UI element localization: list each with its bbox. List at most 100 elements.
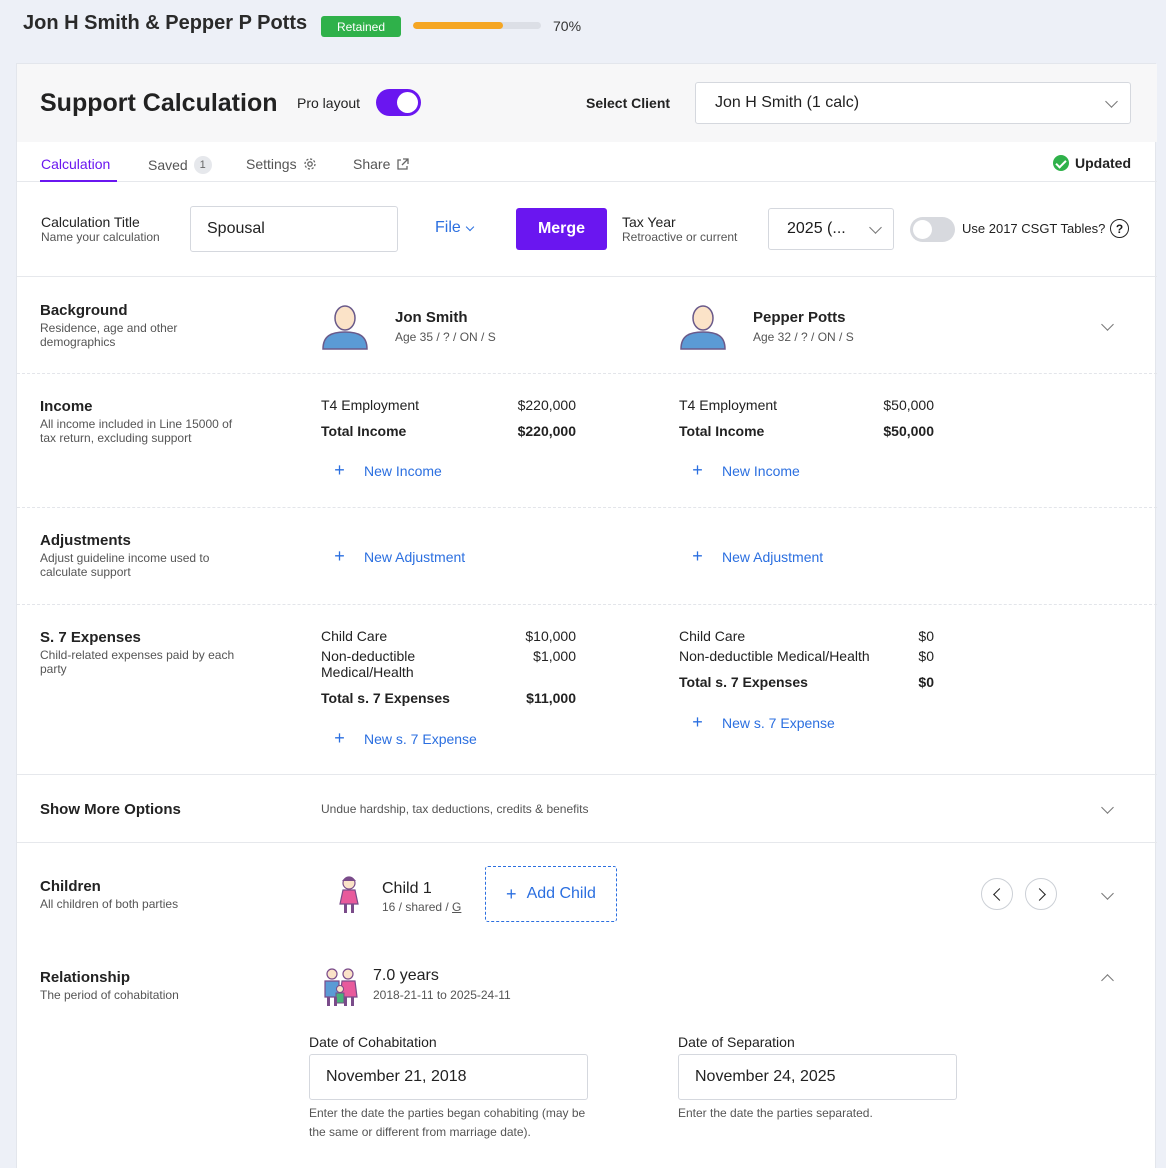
party1-new-adjustment-link[interactable]: + New Adjustment	[327, 546, 465, 567]
plus-icon: +	[334, 728, 345, 748]
new-adjustment-label: New Adjustment	[722, 548, 824, 565]
more-options-section[interactable]: Show More Options Undue hardship, tax de…	[17, 775, 1157, 843]
child-details-text: 16 / shared /	[382, 900, 453, 914]
party2-new-s7-link[interactable]: + New s. 7 Expense	[685, 712, 835, 733]
child-name: Child 1	[382, 880, 432, 897]
add-child-button[interactable]: + Add Child	[485, 866, 617, 922]
file-menu-button[interactable]: File	[435, 219, 475, 237]
tab-saved[interactable]: Saved 1	[148, 156, 212, 174]
more-options-description: Undue hardship, tax deductions, credits …	[321, 802, 589, 816]
toggle-knob	[913, 220, 932, 239]
relationship-duration: 7.0 years	[373, 967, 439, 984]
client-title: Jon H Smith & Pepper P Potts	[23, 12, 308, 34]
calculation-title-label: Calculation Title	[41, 214, 140, 230]
family-icon	[324, 968, 358, 1006]
status-badge[interactable]: Retained	[321, 16, 401, 37]
saved-count-badge: 1	[193, 156, 212, 174]
party2-new-adjustment-link[interactable]: + New Adjustment	[685, 546, 823, 567]
new-s7-label: New s. 7 Expense	[722, 714, 835, 731]
children-sub: All children of both parties	[40, 897, 179, 911]
progress-bar	[413, 22, 541, 29]
chevron-down-icon	[465, 222, 475, 231]
children-section: Children All children of both parties Ch…	[17, 844, 1157, 940]
party2-medical-value: $0	[918, 648, 934, 664]
tax-year-select[interactable]: 2025 (...	[768, 208, 894, 250]
party2-s7-total-value: $0	[918, 674, 934, 690]
progress-fill	[413, 22, 503, 29]
chevron-down-icon	[869, 221, 882, 234]
pro-layout-toggle[interactable]	[376, 89, 421, 116]
s7-expenses-title: S. 7 Expenses	[40, 629, 141, 646]
tab-calculation[interactable]: Calculation	[41, 156, 110, 172]
party1-income-label: T4 Employment	[321, 397, 420, 413]
previous-child-button[interactable]	[981, 878, 1013, 910]
party2-name: Pepper Potts	[753, 309, 846, 326]
chevron-up-icon[interactable]	[1101, 974, 1114, 987]
new-adjustment-label: New Adjustment	[364, 548, 466, 565]
chevron-down-icon[interactable]	[1101, 801, 1114, 814]
person-avatar-icon	[680, 305, 726, 350]
chevron-down-icon[interactable]	[1101, 318, 1114, 331]
adjustments-section: Adjustments Adjust guideline income used…	[17, 508, 1157, 605]
merge-button[interactable]: Merge	[516, 208, 607, 250]
tab-share[interactable]: Share	[353, 156, 410, 172]
party1-medical-label-1: Non-deductible	[321, 648, 416, 664]
income-sub: All income included in Line 15000 of tax…	[40, 417, 233, 445]
party1-new-s7-link[interactable]: + New s. 7 Expense	[327, 728, 477, 749]
client-header: Jon H Smith & Pepper P Potts Retained 70…	[0, 0, 1166, 52]
plus-icon: +	[506, 883, 517, 904]
party2-income-value: $50,000	[883, 397, 934, 413]
chevron-left-icon	[993, 888, 1006, 901]
child-gender-link[interactable]: G	[452, 900, 461, 914]
client-select[interactable]: Jon H Smith (1 calc)	[695, 82, 1131, 124]
calculation-title-heading: Calculation Title Name your calculation	[41, 214, 160, 244]
party2-new-income-link[interactable]: + New Income	[685, 460, 800, 481]
party1-total-income-value: $220,000	[517, 423, 576, 439]
tab-bar: Calculation Saved 1 Settings Share Updat…	[17, 142, 1157, 182]
plus-icon: +	[692, 712, 703, 732]
tab-settings-label: Settings	[246, 156, 297, 172]
cohabitation-date-input[interactable]: November 21, 2018	[309, 1054, 588, 1100]
toggle-knob	[397, 92, 418, 113]
external-link-icon	[397, 157, 410, 170]
tax-year-value: 2025 (...	[787, 220, 846, 237]
tab-settings[interactable]: Settings	[246, 156, 317, 172]
tax-year-sub: Retroactive or current	[622, 230, 738, 244]
party1-medical-label-2: Medical/Health	[321, 664, 414, 680]
new-income-label: New Income	[722, 462, 800, 479]
csgt-toggle[interactable]	[910, 217, 955, 242]
chevron-down-icon[interactable]	[1101, 887, 1114, 900]
updated-status: Updated	[1053, 155, 1131, 171]
plus-icon: +	[334, 546, 345, 566]
adjustments-title: Adjustments	[40, 532, 131, 549]
calculation-settings-row: Calculation Title Name your calculation …	[17, 183, 1157, 277]
help-icon[interactable]: ?	[1110, 219, 1129, 238]
updated-label: Updated	[1075, 155, 1131, 171]
tax-year-heading: Tax Year Retroactive or current	[622, 214, 737, 244]
file-label: File	[435, 219, 461, 236]
client-select-value: Jon H Smith (1 calc)	[715, 94, 860, 111]
page-title: Support Calculation	[40, 89, 278, 117]
s7-expenses-sub: Child-related expenses paid by each part…	[40, 648, 235, 676]
separation-help-text: Enter the date the parties separated.	[678, 1106, 873, 1120]
party2-childcare-value: $0	[918, 628, 934, 644]
separation-date-input[interactable]: November 24, 2025	[678, 1054, 957, 1100]
tab-share-label: Share	[353, 156, 391, 172]
plus-icon: +	[692, 460, 703, 480]
calculation-title-sub: Name your calculation	[41, 230, 160, 244]
pro-layout-label: Pro layout	[297, 95, 361, 111]
calculation-title-input[interactable]: Spousal	[190, 206, 398, 252]
background-heading: Background Residence, age and other demo…	[40, 302, 240, 349]
party1-new-income-link[interactable]: + New Income	[327, 460, 442, 481]
relationship-title: Relationship	[40, 969, 131, 986]
adjustments-sub: Adjust guideline income used to calculat…	[40, 551, 210, 579]
party1-medical-value: $1,000	[533, 648, 576, 664]
next-child-button[interactable]	[1025, 878, 1057, 910]
child-details: 16 / shared / G	[382, 900, 461, 914]
more-options-title: Show More Options	[40, 801, 181, 818]
new-income-label: New Income	[364, 462, 442, 479]
party1-s7-total-label: Total s. 7 Expenses	[321, 690, 450, 706]
children-heading: Children All children of both parties	[40, 878, 240, 911]
party2-s7-total-label: Total s. 7 Expenses	[679, 674, 808, 690]
active-tab-underline	[40, 180, 117, 182]
